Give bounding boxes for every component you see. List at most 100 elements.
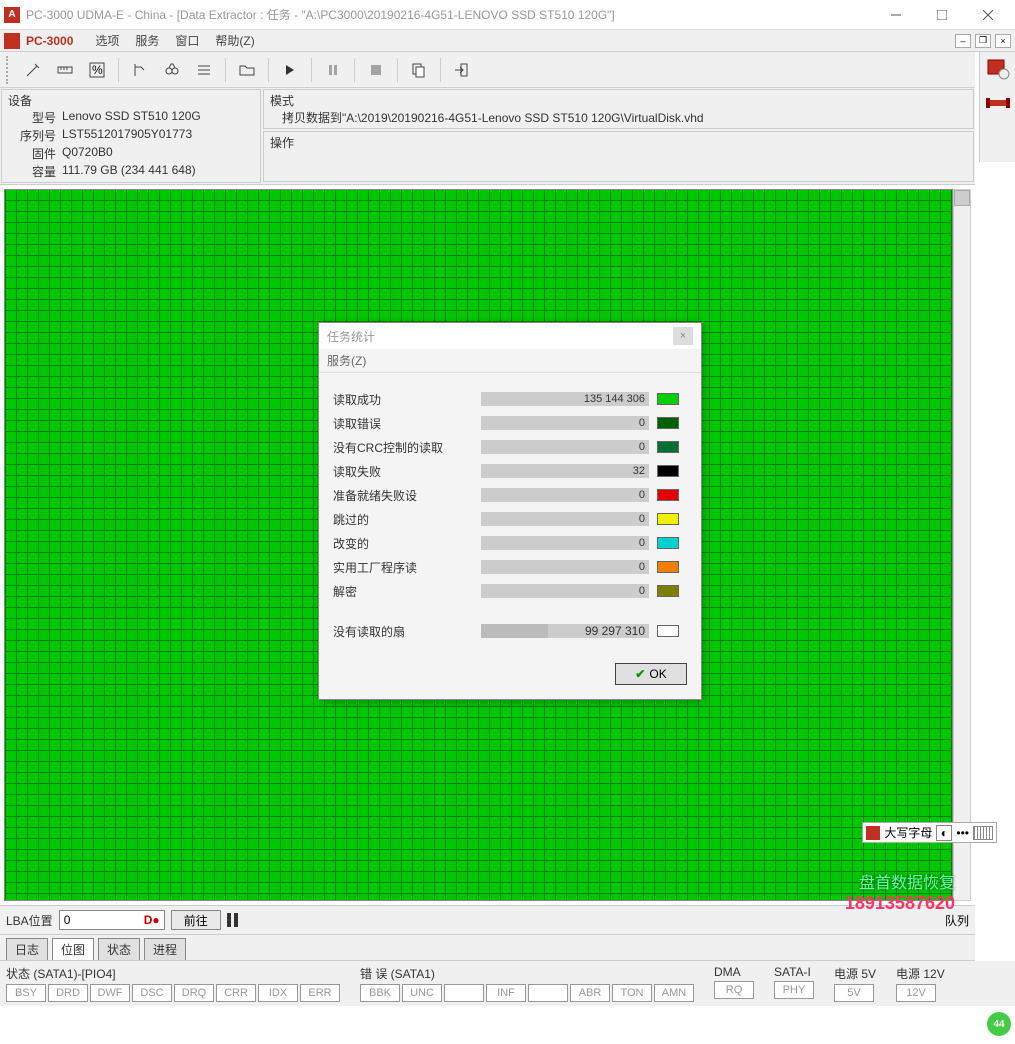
mdi-close-button[interactable]: ×: [995, 34, 1011, 48]
stat-bar: 32: [481, 464, 649, 478]
pause-indicator-icon: [227, 913, 243, 927]
dialog-menu[interactable]: 服务(Z): [319, 349, 701, 373]
sidebar-disk-icon[interactable]: [986, 58, 1010, 80]
stat-row: 实用工厂程序读 0: [333, 555, 687, 579]
ime-indicator[interactable]: 大写字母 ◐ •••: [862, 822, 997, 843]
operation-box: 操作: [263, 131, 974, 182]
mdi-minimize-button[interactable]: –: [955, 34, 971, 48]
go-button[interactable]: 前往: [171, 910, 221, 930]
tool-settings-icon[interactable]: [18, 56, 48, 84]
lba-marker-icon: D●: [144, 913, 160, 927]
stat-label: 准备就绪失败设: [333, 487, 473, 504]
moon-icon[interactable]: ◐: [936, 825, 952, 841]
device-row-label: 序列号: [18, 127, 62, 144]
device-row-value: Lenovo SSD ST510 120G: [62, 109, 254, 126]
stat-label: 跳过的: [333, 511, 473, 528]
dialog-close-button[interactable]: ×: [673, 327, 693, 345]
tool-play-icon[interactable]: [275, 56, 305, 84]
tool-exit-icon[interactable]: [447, 56, 477, 84]
tool-folder-icon[interactable]: [232, 56, 262, 84]
ime-icon: [866, 826, 880, 840]
status-group: 错 误 (SATA1)BBKUNCINFABRTONAMN: [360, 965, 694, 1002]
stat-row: 读取失败 32: [333, 459, 687, 483]
menu-services[interactable]: 服务: [127, 30, 167, 51]
operation-box-title: 操作: [270, 134, 967, 151]
device-row-label: 型号: [18, 109, 62, 126]
window-close-button[interactable]: [965, 0, 1011, 30]
tool-copy-icon[interactable]: [404, 56, 434, 84]
status-cell: 5V: [834, 984, 874, 1002]
device-box-title: 设备: [8, 92, 254, 109]
stat-row: 解密 0: [333, 579, 687, 603]
status-cell: 12V: [896, 984, 936, 1002]
status-cell: DWF: [90, 984, 130, 1002]
lba-label: LBA位置: [6, 912, 53, 929]
menu-help[interactable]: 帮助(Z): [207, 30, 262, 51]
stat-bar: 0: [481, 584, 649, 598]
stat-label: 实用工厂程序读: [333, 559, 473, 576]
scrollbar-thumb[interactable]: [954, 190, 970, 206]
stat-swatch: [657, 489, 679, 501]
lba-value: 0: [64, 913, 71, 927]
stat-swatch: [657, 513, 679, 525]
window-title: PC-3000 UDMA-E - China - [Data Extractor…: [26, 6, 873, 23]
tab-process[interactable]: 进程: [144, 938, 186, 960]
tool-binoculars-icon[interactable]: [157, 56, 187, 84]
notification-badge[interactable]: 44: [987, 1012, 1011, 1036]
mode-box-title: 模式: [270, 92, 967, 109]
tool-stop-icon[interactable]: [361, 56, 391, 84]
stat-row: 读取错误 0: [333, 411, 687, 435]
status-group-title: SATA-I: [774, 965, 814, 979]
status-cell: DRD: [48, 984, 88, 1002]
svg-text:%: %: [92, 63, 103, 77]
status-cell: RQ: [714, 981, 754, 999]
stat-bar: 0: [481, 560, 649, 574]
tool-pause-icon[interactable]: [318, 56, 348, 84]
status-cell: PHY: [774, 981, 814, 999]
stat-bar: 0: [481, 488, 649, 502]
status-cell: [444, 984, 484, 1002]
dialog-title: 任务统计: [327, 328, 375, 345]
mdi-restore-button[interactable]: ❐: [975, 34, 991, 48]
stat-label: 没有读取的扇: [333, 623, 473, 640]
status-cell: [528, 984, 568, 1002]
tabs-row: 日志 位图 状态 进程: [0, 935, 975, 961]
keyboard-icon[interactable]: [973, 826, 993, 840]
ok-button[interactable]: ✔ OK: [615, 663, 687, 685]
tool-percent-icon[interactable]: %: [82, 56, 112, 84]
stat-bar: 0: [481, 536, 649, 550]
status-group: SATA-I PHY: [774, 965, 814, 1002]
status-group-title: 电源 5V: [834, 965, 876, 982]
stat-bar: 0: [481, 512, 649, 526]
menu-window[interactable]: 窗口: [167, 30, 207, 51]
window-maximize-button[interactable]: [919, 0, 965, 30]
tab-log[interactable]: 日志: [6, 938, 48, 960]
mdi-app-icon: [4, 33, 20, 49]
stat-bar: 0: [481, 416, 649, 430]
window-minimize-button[interactable]: [873, 0, 919, 30]
tool-ruler-icon[interactable]: [50, 56, 80, 84]
status-cell: UNC: [402, 984, 442, 1002]
mdi-app-name: PC-3000: [26, 34, 73, 48]
ok-label: OK: [649, 667, 666, 681]
lba-row: LBA位置 0 D● 前往 队列: [0, 905, 975, 935]
menu-options[interactable]: 选项: [87, 30, 127, 51]
tool-branch-icon[interactable]: [125, 56, 155, 84]
status-panel: 状态 (SATA1)-[PIO4]BSYDRDDWFDSCDRQCRRIDXER…: [0, 961, 1015, 1006]
tab-bitmap[interactable]: 位图: [52, 938, 94, 960]
stat-label: 读取失败: [333, 463, 473, 480]
stat-bar: 99 297 310: [481, 624, 649, 638]
ime-text: 大写字母: [884, 824, 932, 841]
stat-bar: 0: [481, 440, 649, 454]
tool-list-icon[interactable]: [189, 56, 219, 84]
lba-input[interactable]: 0 D●: [59, 910, 165, 930]
sidebar-connector-icon[interactable]: [986, 92, 1010, 114]
info-row: 设备 型号Lenovo SSD ST510 120G序列号LST55120179…: [0, 88, 975, 185]
dialog-titlebar[interactable]: 任务统计 ×: [319, 323, 701, 349]
stat-row-unread: 没有读取的扇 99 297 310: [333, 619, 687, 643]
stat-row: 改变的 0: [333, 531, 687, 555]
tab-status[interactable]: 状态: [98, 938, 140, 960]
map-scrollbar[interactable]: [953, 189, 971, 901]
status-cell: ERR: [300, 984, 340, 1002]
status-cell: INF: [486, 984, 526, 1002]
